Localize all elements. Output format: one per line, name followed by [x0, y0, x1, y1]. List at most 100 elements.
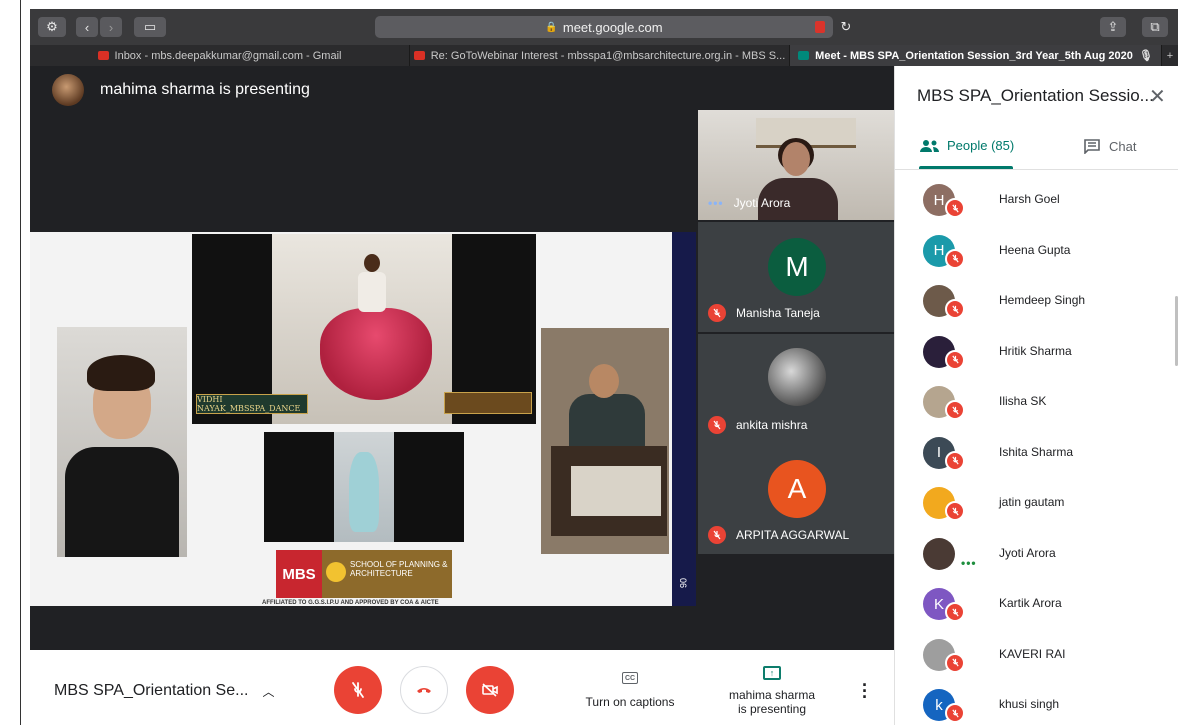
presenting-line: mahima sharma [728, 688, 816, 702]
mic-off-icon [945, 349, 965, 370]
participant-name: Heena Gupta [999, 242, 1071, 257]
people-icon [920, 139, 939, 152]
mic-off-icon [945, 198, 965, 218]
back-icon[interactable]: ‹ [76, 17, 98, 37]
tab-gmail-inbox[interactable]: Inbox - mbs.deepakkumar@gmail.com - Gmai… [30, 45, 410, 66]
participant-name: Kartik Arora [999, 596, 1062, 610]
share-icon[interactable]: ⇪ [1100, 17, 1126, 37]
desktop-margin [0, 0, 30, 725]
dance-video-thumbnail: VIDHI NAYAK_MBSSPA_DANCE [192, 234, 536, 424]
person-head [782, 142, 810, 176]
participant-name: ARPITA AGGARWAL [736, 528, 850, 542]
panel-title: MBS SPA_Orientation Sessio... [917, 86, 1154, 105]
dancer-figure [349, 452, 379, 532]
person-hair [87, 355, 155, 391]
tile-label: ankita mishra [708, 416, 807, 434]
people-tab-label: People (85) [947, 138, 1015, 153]
chat-icon [1084, 139, 1100, 154]
meeting-details-button[interactable]: MBS SPA_Orientation Se... ︿ [54, 682, 274, 700]
forward-icon[interactable]: › [100, 17, 122, 37]
meet-icon [798, 51, 810, 60]
more-options-icon[interactable]: · · · [862, 676, 868, 706]
presenting-label: mahima sharma is presenting [100, 81, 310, 98]
harmonium [551, 446, 667, 536]
mic-toggle-button[interactable] [334, 666, 382, 714]
tabs-overview-icon[interactable]: ⧉ [1142, 17, 1168, 37]
singer-head [589, 364, 619, 398]
participant-row[interactable]: Hritik Sharma [895, 324, 1178, 374]
participant-row[interactable]: Hemdeep Singh [895, 273, 1178, 323]
mic-off-icon [945, 299, 965, 319]
affiliation-text: AFFILIATED TO G.G.S.I.P.U AND APPROVED B… [262, 600, 439, 606]
tile-jyoti-arora[interactable]: ••• Jyoti Arora [698, 110, 894, 220]
address-bar[interactable]: 🔒 meet.google.com [375, 16, 833, 38]
close-icon[interactable]: ✕ [1149, 84, 1166, 109]
mic-off-icon [945, 450, 965, 471]
avatar: M [768, 238, 826, 296]
gmail-icon [413, 51, 425, 60]
mic-off-icon [945, 400, 965, 420]
mic-off-icon [708, 416, 726, 434]
participant-name: Jyoti Arora [999, 545, 1056, 560]
participant-row[interactable]: KAVERI RAI [895, 627, 1178, 677]
tab-bar: Inbox - mbs.deepakkumar@gmail.com - Gmai… [30, 45, 1178, 66]
lock-icon: 🔒 [545, 21, 558, 33]
tile-arpita-aggarwal[interactable]: A ARPITA AGGARWAL [698, 444, 894, 554]
tile-label: ARPITA AGGARWAL [708, 526, 849, 544]
microphone-icon: 🎙 [1138, 50, 1153, 62]
participant-row[interactable]: jatin gautam [895, 475, 1178, 525]
sidebar-icon[interactable]: ▭ [134, 17, 166, 37]
dancer-body [358, 272, 386, 312]
presenting-status: mahima sharma is presenting [720, 688, 824, 716]
new-tab-button[interactable]: + [1162, 45, 1178, 66]
camera-off-icon [482, 683, 498, 697]
participant-name: Manisha Taneja [736, 306, 820, 320]
participant-name: KAVERI RAI [999, 646, 1066, 661]
tab-gmail-webinar[interactable]: Re: GoToWebinar Interest - mbsspa1@mbsar… [410, 45, 790, 66]
video-banner: VIDHI NAYAK_MBSSPA_DANCE [196, 394, 308, 414]
leave-call-button[interactable] [400, 666, 448, 714]
captions-label: Turn on captions [585, 695, 675, 709]
presenting-line: is presenting [737, 702, 807, 716]
browser-toolbar: ⚙ ‹ › ▭ 🔒 meet.google.com ↻ ⇪ ⧉ [30, 9, 1178, 45]
participant-name: jatin gautam [999, 495, 1065, 509]
tab-meet[interactable]: Meet - MBS SPA_Orientation Session_3rd Y… [790, 45, 1162, 66]
participant-row[interactable]: Ilisha SK [895, 374, 1178, 424]
control-bar: MBS SPA_Orientation Se... ︿ CC Turn on c… [30, 650, 894, 725]
participant-row[interactable]: H Harsh Goel [895, 172, 1178, 222]
participant-list[interactable]: H Harsh Goel H Heena Gupta Hemdeep Singh Hrit… [895, 170, 1178, 725]
participant-name: Jyoti Arora [733, 196, 791, 210]
mic-off-icon [945, 248, 965, 269]
logo-school-name: SCHOOL OF PLANNING & ARCHITECTURE [322, 550, 452, 598]
classical-dance-thumbnail [264, 432, 464, 542]
participant-row[interactable]: ••• Jyoti Arora [895, 526, 1178, 576]
participant-name: Hritik Sharma [999, 343, 1072, 358]
avatar [768, 348, 826, 406]
tab-label: Meet - MBS SPA_Orientation Session_3rd Y… [815, 49, 1133, 62]
reload-icon[interactable]: ↻ [838, 17, 854, 37]
gear-icon[interactable]: ⚙ [38, 17, 66, 37]
participant-row[interactable]: K Kartik Arora [895, 576, 1178, 626]
speaking-indicator-icon: ••• [961, 555, 977, 570]
chevron-up-icon: ︿ [262, 684, 275, 699]
shared-slide: VIDHI NAYAK_MBSSPA_DANCE MBS SCHOOL OF P… [30, 232, 696, 606]
speaking-indicator-icon: ••• [708, 196, 724, 210]
screen: ⚙ ‹ › ▭ 🔒 meet.google.com ↻ ⇪ ⧉ Inbox - … [0, 0, 1178, 725]
participant-row[interactable]: k khusi singh [895, 677, 1178, 725]
participant-row[interactable]: I Ishita Sharma [895, 425, 1178, 475]
tile-ankita-mishra[interactable]: ankita mishra [698, 334, 894, 444]
tab-chat[interactable]: Chat [1083, 138, 1136, 154]
divider-line [20, 0, 21, 725]
present-screen-icon: ↑ [763, 666, 781, 680]
participant-row[interactable]: H Heena Gupta [895, 223, 1178, 273]
camera-toggle-button[interactable] [466, 666, 514, 714]
participant-name: ankita mishra [736, 418, 808, 432]
mic-off-icon [945, 703, 965, 723]
tile-manisha-taneja[interactable]: M Manisha Taneja [698, 222, 894, 332]
tab-people[interactable]: People (85) [919, 138, 1014, 153]
participant-name: Hemdeep Singh [999, 293, 1086, 307]
chat-tab-label: Chat [1109, 138, 1137, 154]
tab-label: Inbox - mbs.deepakkumar@gmail.com - Gmai… [114, 49, 342, 62]
mic-off-icon [708, 304, 726, 322]
tile-label: ••• Jyoti Arora [708, 196, 790, 210]
